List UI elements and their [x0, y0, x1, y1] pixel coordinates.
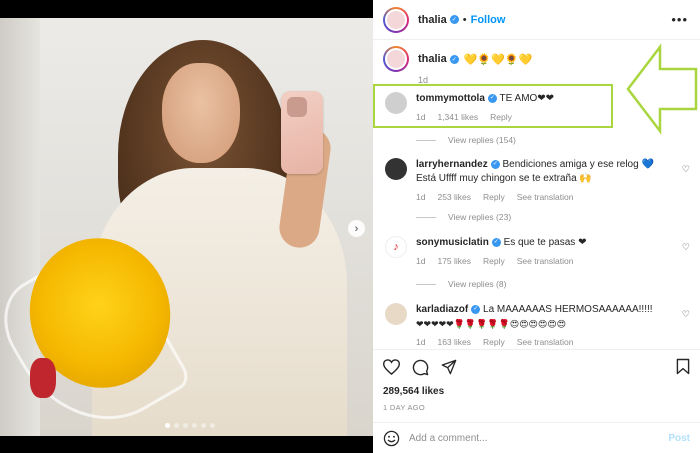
- avatar[interactable]: [383, 6, 409, 33]
- next-slide-button[interactable]: ›: [348, 220, 365, 237]
- post-header: thalia ✓ • Follow: [373, 0, 700, 40]
- comment-username[interactable]: sonymusiclatin: [416, 237, 489, 248]
- post-sidebar: thalia ✓ • Follow ••• thalia ✓ 💛🌻💛🌻💛 1d t…: [373, 0, 700, 453]
- comment-username[interactable]: larryhernandez: [416, 159, 488, 170]
- phone-camera: [287, 97, 307, 117]
- reply-button[interactable]: Reply: [483, 254, 505, 268]
- reply-button[interactable]: Reply: [490, 110, 512, 124]
- follow-button[interactable]: Follow: [471, 14, 506, 26]
- post-media: ›: [0, 0, 373, 453]
- carousel-dot: [192, 423, 197, 428]
- verified-icon: ✓: [487, 93, 497, 103]
- comment-username[interactable]: karladiazof: [416, 304, 468, 315]
- see-translation-button[interactable]: See translation: [517, 254, 574, 268]
- see-translation-button[interactable]: See translation: [517, 190, 574, 204]
- verified-icon: ✓: [449, 54, 459, 64]
- post-like-count[interactable]: 289,564 likes: [383, 386, 690, 397]
- view-replies-button[interactable]: View replies (8): [416, 279, 506, 289]
- comment-time: 1d: [416, 192, 426, 202]
- avatar-image: [385, 48, 407, 70]
- comment-text: TE AMO❤❤: [499, 93, 555, 104]
- comment-time: 1d: [416, 256, 426, 266]
- carousel-dot: [174, 423, 179, 428]
- comment-likes[interactable]: 253 likes: [437, 190, 471, 204]
- separator-dot: •: [462, 13, 467, 26]
- verified-icon: ✓: [449, 15, 459, 24]
- comment-likes[interactable]: 1,341 likes: [437, 110, 478, 124]
- see-translation-button[interactable]: See translation: [517, 335, 574, 349]
- avatar-image: [385, 8, 407, 31]
- comment-item: karladiazof ✓ La MAAAAAAS HERMOSAAAAAA!!!…: [383, 303, 690, 349]
- carousel-dot: [165, 423, 170, 428]
- comment-likes[interactable]: 175 likes: [437, 254, 471, 268]
- comment-item: larryhernandez ✓ Bendiciones amiga y ese …: [383, 158, 690, 204]
- heart-icon[interactable]: ♡: [682, 164, 690, 175]
- caption-emojis: 💛🌻💛🌻💛: [463, 53, 533, 66]
- view-replies-button[interactable]: View replies (154): [416, 135, 516, 145]
- heart-icon[interactable]: [383, 359, 400, 375]
- comment-text: La MAAAAAAS HERMOSAAAAAA!!!!!: [483, 304, 653, 315]
- comment-avatar[interactable]: [385, 158, 407, 180]
- comment-username[interactable]: tommymottola: [416, 93, 485, 104]
- comment-avatar[interactable]: ♪: [385, 236, 407, 258]
- more-icon[interactable]: •••: [671, 12, 688, 27]
- reply-button[interactable]: Reply: [483, 190, 505, 204]
- comment-text: Es que te pasas ❤: [503, 237, 587, 248]
- comment-time: 1d: [416, 337, 426, 347]
- comment-avatar[interactable]: [385, 303, 407, 325]
- bookmark-icon[interactable]: [676, 358, 690, 375]
- photo-face: [162, 63, 240, 163]
- comment-icon[interactable]: [412, 359, 429, 376]
- comment-time: 1d: [416, 112, 426, 122]
- post-username[interactable]: thalia: [418, 14, 447, 26]
- arrow-left-icon: [626, 43, 698, 135]
- comment-emojis: ❤❤❤❤❤🌹🌹🌹🌹🌹😍😍😍😍😍😍: [416, 319, 567, 329]
- chevron-right-icon: ›: [354, 222, 359, 235]
- view-replies-button[interactable]: View replies (23): [416, 212, 511, 222]
- post-photo: [0, 18, 373, 436]
- photo-phone: [281, 91, 323, 174]
- bouquet-ribbon: [30, 358, 56, 398]
- verified-icon: ✓: [490, 159, 500, 169]
- carousel-dot: [201, 423, 206, 428]
- comment-likes[interactable]: 163 likes: [437, 335, 471, 349]
- carousel-dots: [165, 423, 215, 428]
- smiley-icon[interactable]: [383, 430, 400, 447]
- reply-button[interactable]: Reply: [483, 335, 505, 349]
- verified-icon: ✓: [471, 304, 481, 314]
- post-actions: 289,564 likes 1 DAY AGO: [373, 349, 700, 412]
- caption-username[interactable]: thalia: [418, 53, 447, 65]
- post-date: 1 DAY AGO: [383, 403, 426, 412]
- heart-icon[interactable]: ♡: [682, 309, 690, 320]
- carousel-dot: [210, 423, 215, 428]
- add-comment-bar: Post: [373, 422, 700, 453]
- comment-item: ♪ sonymusiclatin ✓ Es que te pasas ❤ 1d 1…: [383, 236, 690, 268]
- verified-icon: ✓: [491, 237, 501, 247]
- comment-avatar[interactable]: [385, 92, 407, 114]
- comment-input[interactable]: [409, 432, 669, 444]
- share-icon[interactable]: [441, 359, 457, 375]
- carousel-dot: [183, 423, 188, 428]
- heart-icon[interactable]: ♡: [682, 242, 690, 253]
- avatar[interactable]: [383, 46, 409, 72]
- post-comment-button[interactable]: Post: [668, 433, 690, 444]
